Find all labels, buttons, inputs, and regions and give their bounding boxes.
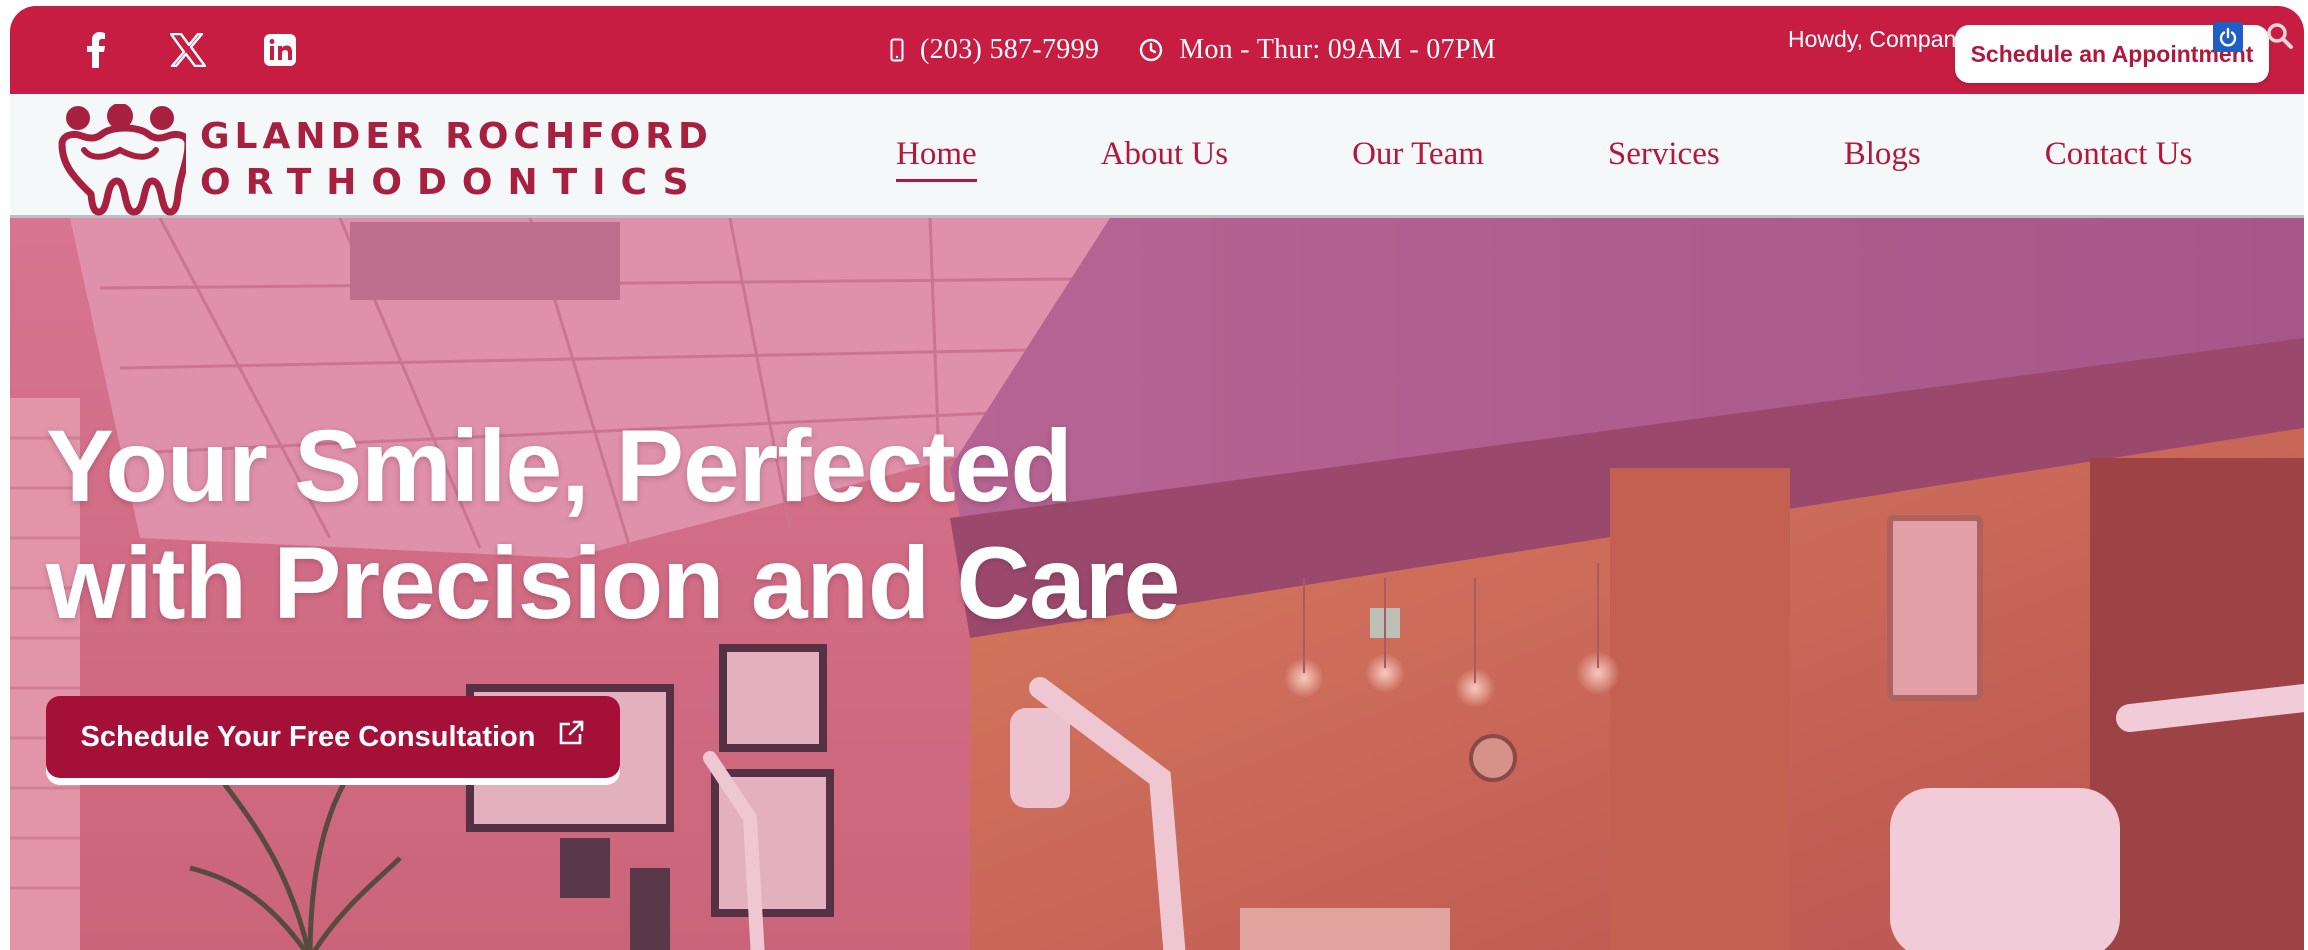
x-twitter-icon[interactable] [168, 30, 208, 70]
hero-heading: Your Smile, Perfected with Precision and… [46, 408, 1180, 642]
cta-label: Schedule Your Free Consultation [80, 720, 536, 753]
social-links [76, 6, 300, 94]
nav-item-our-team[interactable]: Our Team [1352, 136, 1484, 173]
nav-item-contact-us[interactable]: Contact Us [2045, 136, 2193, 173]
nav-item-services[interactable]: Services [1608, 136, 1720, 173]
mobile-phone-icon [890, 38, 904, 62]
search-icon[interactable] [2266, 22, 2294, 55]
power-icon[interactable] [2213, 22, 2243, 52]
hero-section: Your Smile, Perfected with Precision and… [10, 218, 2304, 950]
facebook-icon[interactable] [76, 30, 116, 70]
contact-info: (203) 587-7999 Mon - Thur: 09AM - 07PM [890, 6, 1496, 94]
top-bar: (203) 587-7999 Mon - Thur: 09AM - 07PM H… [10, 6, 2304, 94]
office-hours: Mon - Thur: 09AM - 07PM [1179, 34, 1496, 65]
browser-page: (203) 587-7999 Mon - Thur: 09AM - 07PM H… [10, 6, 2304, 950]
nav-item-about-us[interactable]: About Us [1101, 136, 1228, 173]
site-logo[interactable]: GLANDER ROCHFORD ORTHODONTICS [54, 104, 713, 216]
logo-line-2: ORTHODONTICS [200, 162, 704, 203]
schedule-consultation-button[interactable]: Schedule Your Free Consultation [46, 696, 620, 778]
nav-item-home[interactable]: Home [896, 136, 977, 182]
nav-item-blogs[interactable]: Blogs [1844, 136, 1921, 173]
admin-greeting[interactable]: Howdy, Compan [1788, 26, 1956, 53]
phone-number[interactable]: (203) 587-7999 [920, 34, 1099, 66]
main-navigation-bar: GLANDER ROCHFORD ORTHODONTICS Home About… [10, 94, 2304, 218]
external-link-icon [557, 719, 585, 755]
clock-icon [1139, 38, 1163, 62]
linkedin-icon[interactable] [260, 30, 300, 70]
teeth-family-logo-icon [58, 104, 186, 216]
hero-heading-line-2: with Precision and Care [46, 526, 1180, 640]
logo-line-1: GLANDER ROCHFORD [200, 116, 713, 157]
nav-menu: Home About Us Our Team Services Blogs Co… [880, 94, 2192, 214]
hero-heading-line-1: Your Smile, Perfected [46, 409, 1073, 523]
